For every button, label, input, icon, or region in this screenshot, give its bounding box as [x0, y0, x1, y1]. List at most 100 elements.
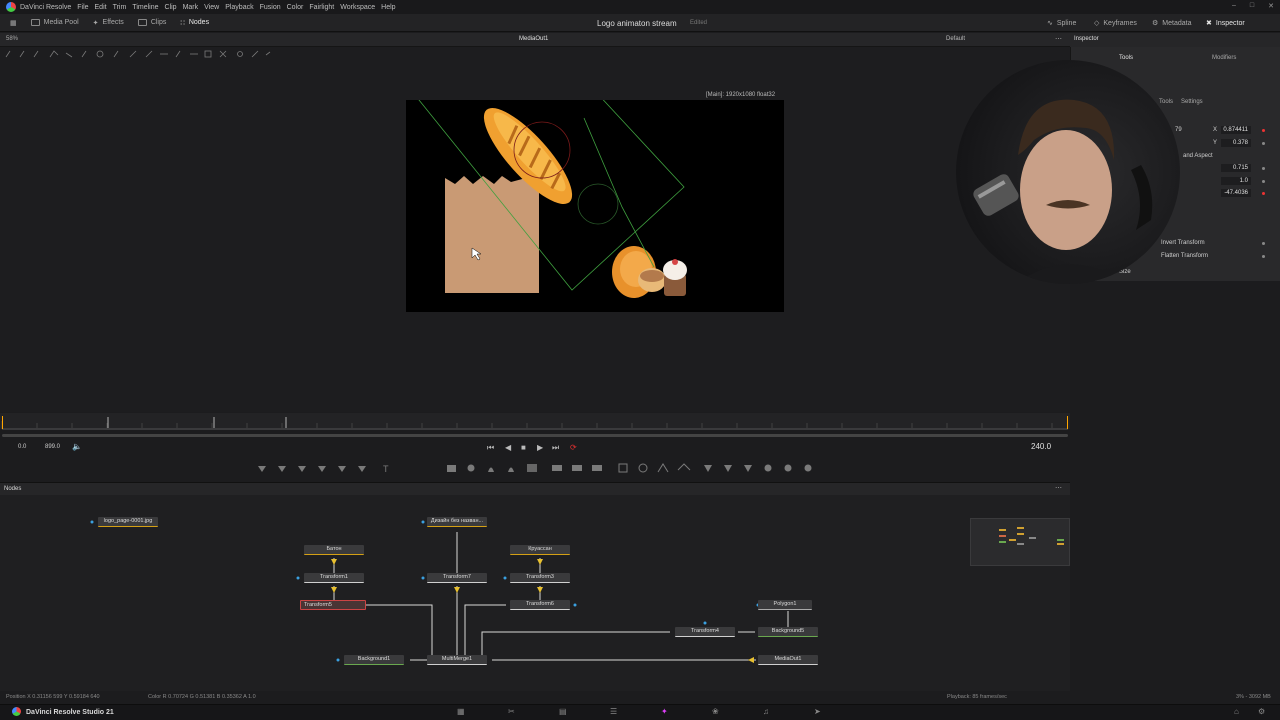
nodes-options-icon[interactable]: ⋯ — [1055, 484, 1062, 492]
node-transform3[interactable]: Transform3 — [510, 573, 570, 583]
node-baton[interactable]: Батон — [304, 545, 364, 555]
inspector-label: Inspector — [1215, 19, 1245, 27]
node-design-loader[interactable]: Дизайн без назван... — [427, 517, 487, 527]
node-transform7[interactable]: Transform7 — [427, 573, 487, 583]
page-fairlight-icon[interactable]: ♫ — [763, 707, 769, 716]
webcam-overlay — [956, 60, 1180, 284]
minimize-icon[interactable]: – — [1232, 2, 1236, 10]
go-to-start-icon[interactable]: ⏮ — [487, 443, 494, 453]
close-icon[interactable]: ✕ — [1268, 2, 1274, 10]
node-polygon1[interactable]: Polygon1 — [758, 600, 812, 610]
page-deliver-icon[interactable]: ➤ — [814, 707, 821, 716]
page-media-icon[interactable]: ▦ — [457, 707, 465, 716]
menu-edit[interactable]: Edit — [95, 4, 107, 11]
x-axis-label: X — [1213, 127, 1218, 133]
inspector-button[interactable]: ✖ Inspector — [1206, 19, 1245, 28]
center-y-field[interactable]: 0.378 — [1221, 139, 1251, 147]
angle-field[interactable]: -47.4036 — [1221, 189, 1251, 197]
inspector-title: Inspector — [1074, 36, 1099, 42]
menu-fusion[interactable]: Fusion — [260, 4, 281, 11]
menu-trim[interactable]: Trim — [113, 4, 127, 11]
menu-fairlight[interactable]: Fairlight — [309, 4, 334, 11]
size-field[interactable]: 0.715 — [1221, 164, 1251, 172]
page-edit-icon[interactable]: ▤ — [559, 707, 567, 716]
go-to-end-icon[interactable]: ⏭ — [552, 443, 559, 453]
nodes-button[interactable]: ∷ Nodes — [180, 19, 209, 27]
audio-icon[interactable]: 🔈 — [72, 442, 82, 451]
fusion-tool-icons[interactable]: T — [0, 460, 1070, 476]
node-transform4[interactable]: Transform4 — [675, 627, 735, 637]
menu-app-name[interactable]: DaVinci Resolve — [20, 4, 71, 11]
node-multimerge1[interactable]: MultiMerge1 — [427, 655, 487, 665]
node-transform5[interactable]: Transform5 — [300, 600, 366, 610]
page-cut-icon[interactable]: ✂ — [508, 707, 515, 716]
keyframe-dot-icon[interactable] — [1262, 142, 1265, 145]
keyframe-dot-icon[interactable] — [1262, 255, 1265, 258]
fusion-tool-bar: T — [0, 460, 1070, 476]
loop-icon[interactable]: ⟳ — [570, 443, 577, 452]
play-icon[interactable]: ▶ — [537, 443, 543, 452]
zoom-level[interactable]: 58% — [6, 36, 18, 42]
inspector-icon: ✖ — [1206, 20, 1212, 27]
node-background1[interactable]: Background1 — [344, 655, 404, 665]
settings-icon[interactable]: ⚙ — [1258, 707, 1265, 716]
nodes-label: Nodes — [188, 19, 210, 26]
more-options-icon[interactable]: ⋯ — [1055, 35, 1062, 43]
grid-icon[interactable]: ▦ — [10, 19, 17, 27]
menu-clip[interactable]: Clip — [165, 4, 177, 11]
home-icon[interactable]: ⌂ — [1234, 707, 1239, 716]
node-transform6[interactable]: Transform6 — [510, 600, 570, 610]
keyframe-dot-icon[interactable] — [1262, 129, 1265, 132]
menu-help[interactable]: Help — [381, 4, 395, 11]
view-mode-select[interactable]: Default — [946, 36, 965, 42]
current-frame[interactable]: 240.0 — [1031, 442, 1051, 451]
viewer-tool-strip — [0, 47, 300, 61]
clips-button[interactable]: Clips — [137, 19, 166, 26]
keyframes-button[interactable]: ◇ Keyframes — [1094, 19, 1137, 28]
page-color-icon[interactable]: ❀ — [712, 707, 719, 716]
menu-file[interactable]: File — [77, 4, 88, 11]
menu-color[interactable]: Color — [287, 4, 304, 11]
maximize-icon[interactable]: □ — [1250, 2, 1254, 10]
subtab-settings[interactable]: Settings — [1181, 99, 1203, 105]
keyframe-dot-icon[interactable] — [1262, 242, 1265, 245]
subtab-tools[interactable]: Tools — [1159, 99, 1173, 105]
keyframe-dot-icon[interactable] — [1262, 167, 1265, 170]
end-marker[interactable] — [1067, 416, 1068, 429]
render-frame[interactable] — [389, 63, 784, 312]
media-pool-button[interactable]: Media Pool — [30, 19, 79, 26]
node-minimap[interactable] — [970, 518, 1070, 566]
center-x-field[interactable]: 0.874411 — [1221, 126, 1251, 134]
playhead-marker[interactable] — [2, 416, 3, 429]
effects-button[interactable]: ✦ Effects — [93, 19, 124, 27]
keyframe-dot-icon[interactable] — [1262, 180, 1265, 183]
menu-playback[interactable]: Playback — [225, 4, 253, 11]
timeline-start[interactable]: 0.0 — [18, 444, 26, 450]
tab-tools[interactable]: Tools — [1119, 55, 1133, 61]
stop-icon[interactable]: ■ — [521, 443, 526, 452]
node-mediaout1[interactable]: MediaOut1 — [758, 655, 818, 665]
menu-timeline[interactable]: Timeline — [132, 4, 158, 11]
node-background5[interactable]: Background5 — [758, 627, 818, 637]
node-transform1[interactable]: Transform1 — [304, 573, 364, 583]
keyframe-dot-icon[interactable] — [1262, 192, 1265, 195]
viewer-tools-icons[interactable] — [0, 47, 300, 61]
tab-modifiers[interactable]: Modifiers — [1212, 55, 1236, 61]
metadata-button[interactable]: ⚙ Metadata — [1152, 19, 1191, 28]
node-logo-page[interactable]: logo_page-0001.jpg — [98, 517, 158, 527]
menu-view[interactable]: View — [204, 4, 219, 11]
timeline-end[interactable]: 899.0 — [45, 444, 60, 450]
node-editor[interactable]: logo_page-0001.jpg Дизайн без назван... … — [0, 495, 1070, 691]
page-fusion-icon[interactable]: ☰ — [610, 707, 617, 716]
invert-transform-label[interactable]: Invert Transform — [1161, 240, 1205, 246]
menu-workspace[interactable]: Workspace — [340, 4, 375, 11]
menu-mark[interactable]: Mark — [183, 4, 199, 11]
step-back-icon[interactable]: ◀ — [505, 443, 511, 452]
spline-button[interactable]: ∿ Spline — [1047, 19, 1076, 28]
flatten-transform-label[interactable]: Flatten Transform — [1161, 253, 1208, 259]
timeline-scrollbar[interactable] — [2, 434, 1068, 437]
node-croissant[interactable]: Круассан — [510, 545, 570, 555]
aspect-field[interactable]: 1.0 — [1221, 177, 1251, 185]
page-fusion-active-icon[interactable]: ✦ — [661, 707, 668, 716]
timeline-ruler[interactable] — [0, 413, 1070, 429]
